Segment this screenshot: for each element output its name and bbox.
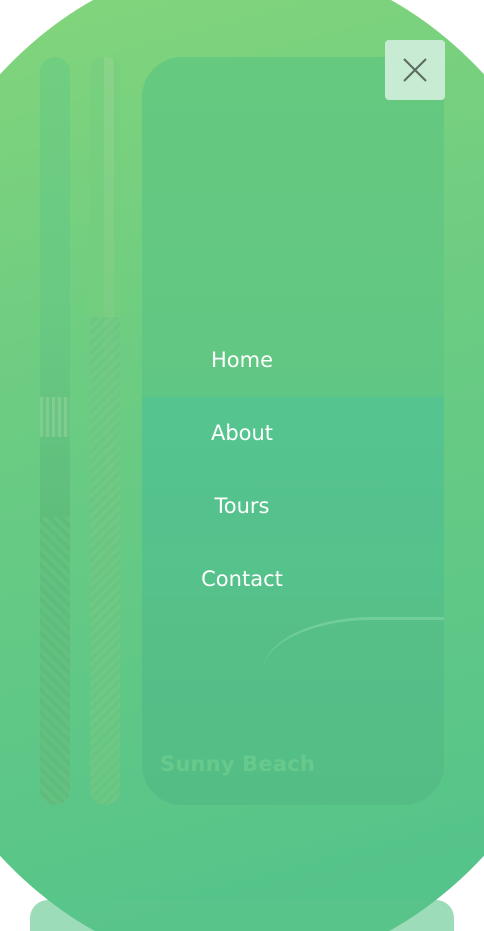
menu-link-home[interactable]: Home [211, 340, 273, 413]
menu-item-contact: Contact [0, 559, 484, 632]
menu-link-contact[interactable]: Contact [201, 559, 283, 632]
next-card-peek [30, 900, 454, 931]
close-menu-button[interactable] [385, 40, 445, 100]
main-navigation-menu: Home About Tours Contact [0, 340, 484, 632]
close-icon [403, 58, 427, 82]
menu-item-home: Home [0, 340, 484, 413]
menu-item-about: About [0, 413, 484, 486]
menu-link-tours[interactable]: Tours [215, 486, 270, 559]
menu-link-about[interactable]: About [211, 413, 273, 486]
gallery-card-title: Sunny Beach [160, 752, 315, 776]
menu-item-tours: Tours [0, 486, 484, 559]
page: Sunny Beach Home About Tours Contact [0, 0, 484, 931]
wave-line [262, 617, 444, 730]
